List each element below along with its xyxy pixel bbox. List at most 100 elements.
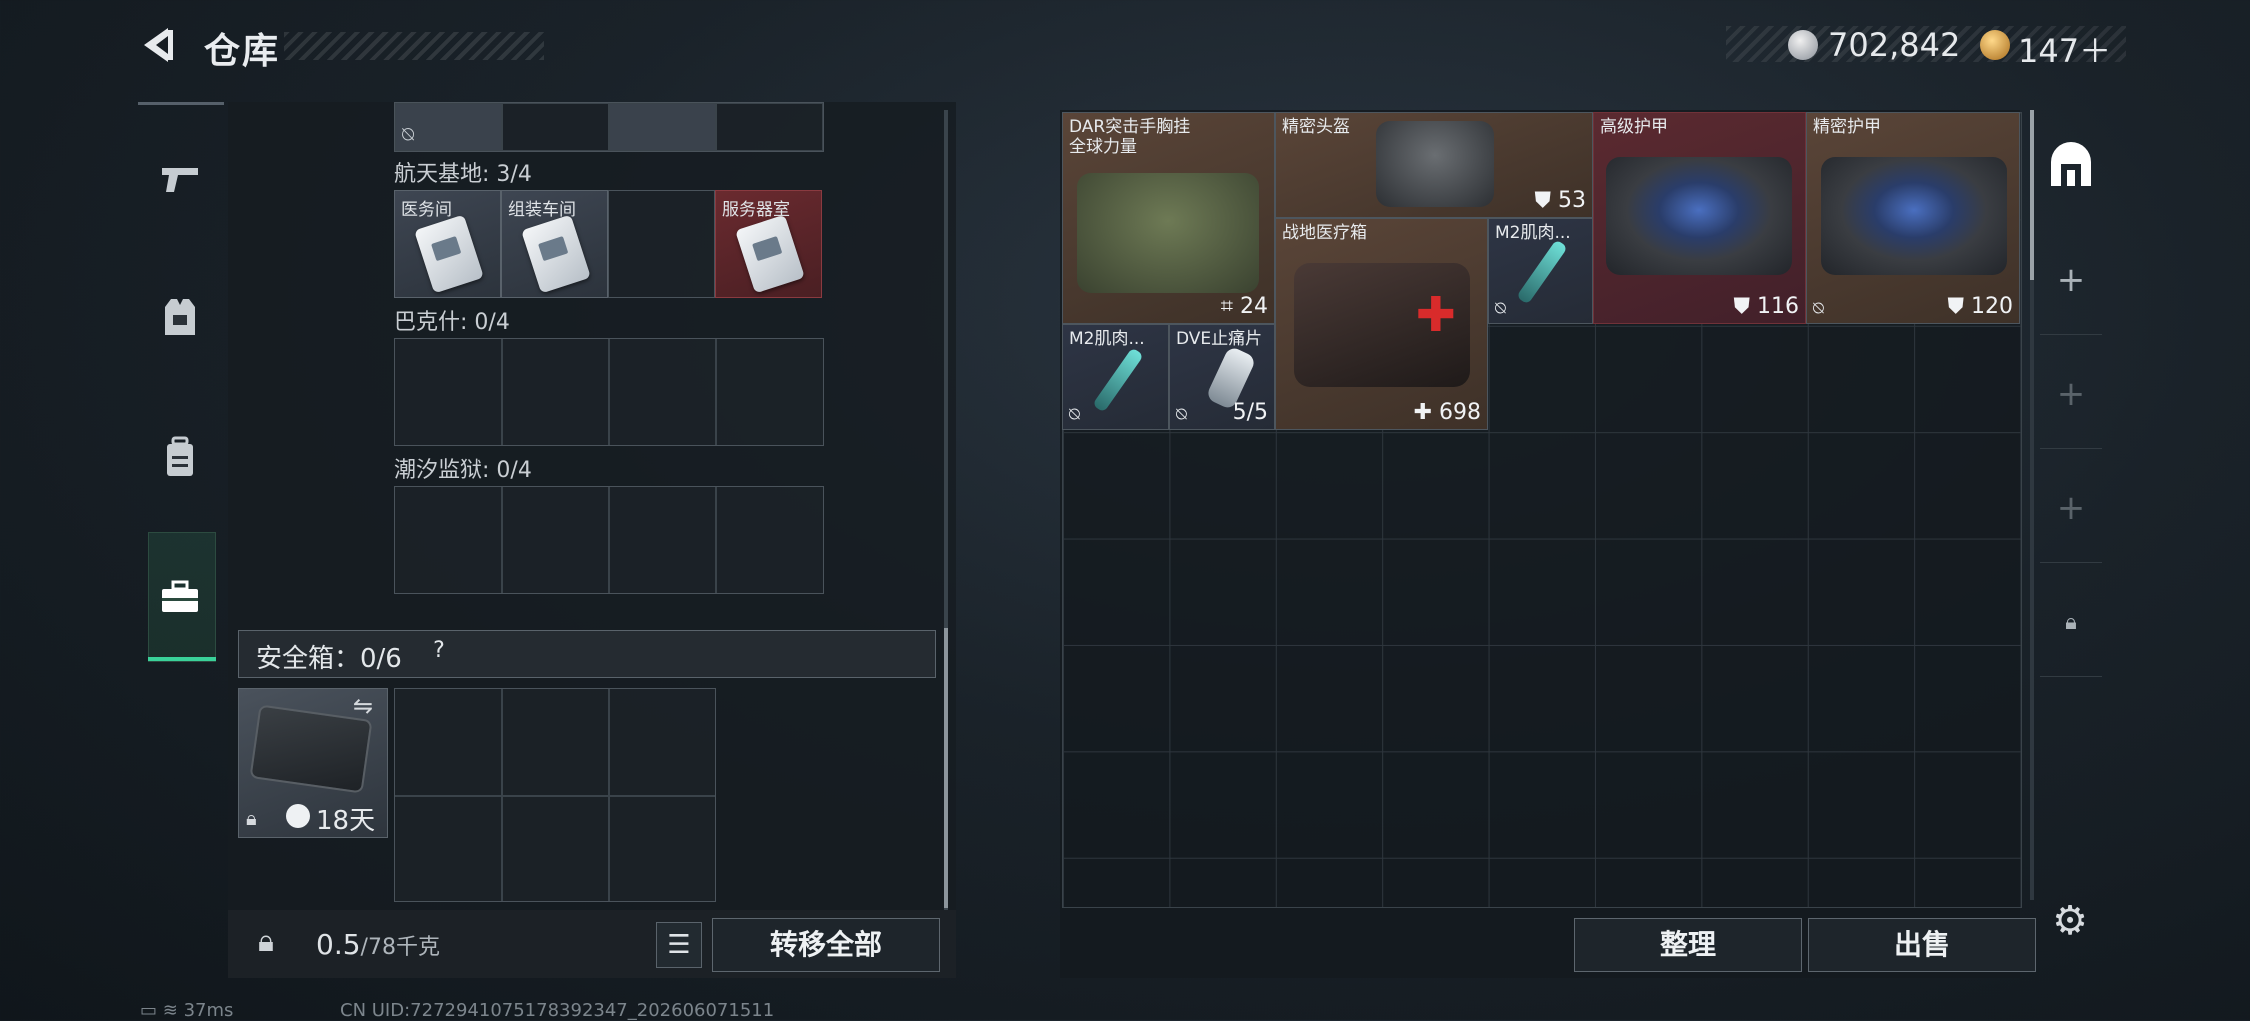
- lock-icon: 🔒︎: [246, 806, 257, 830]
- tab-backpack[interactable]: [140, 392, 220, 522]
- stash-page-add[interactable]: +: [2040, 454, 2102, 563]
- back-arrow-icon[interactable]: [138, 24, 180, 66]
- keycard-image: [521, 214, 591, 294]
- tab-toolbox[interactable]: [140, 532, 220, 662]
- battery-icon: ▭: [140, 1000, 158, 1021]
- no-sell-icon: ⍉: [1176, 404, 1187, 425]
- clock-icon: [286, 804, 310, 828]
- keycard-label: 医务间: [401, 200, 452, 220]
- key-grid-space-base: 医务间 组装车间 服务器室: [394, 190, 824, 298]
- item-uses: 5/5: [1232, 400, 1268, 425]
- item-name: 战地医疗箱: [1282, 223, 1367, 243]
- item-field-medkit[interactable]: 战地医疗箱 ✚ 698: [1275, 218, 1488, 430]
- keycard-medical[interactable]: 医务间: [394, 190, 501, 298]
- toolbox-icon: [162, 580, 198, 612]
- page-title: 仓库: [204, 31, 281, 72]
- coin-balance: 702,842: [1828, 26, 1961, 64]
- item-name: DVE止痛片: [1176, 329, 1263, 349]
- syringe-image: [1092, 347, 1144, 413]
- lock-button[interactable]: 🔒︎: [246, 924, 286, 964]
- section-label-space-base: 航天基地: 3/4: [394, 162, 532, 187]
- lock-icon: 🔒︎: [2065, 609, 2077, 635]
- medkit-image: [1294, 263, 1470, 387]
- plus-icon: +: [2056, 374, 2086, 414]
- safe-box-grid[interactable]: [394, 688, 716, 902]
- weight-max: /78千克: [360, 935, 440, 960]
- keycard-assembly[interactable]: 组装车间: [501, 190, 608, 298]
- item-name: DAR突击手胸挂 全球力量: [1069, 117, 1191, 157]
- item-precision-helmet[interactable]: 精密头盔 ⛊ 53: [1275, 112, 1593, 218]
- keycard-server[interactable]: 服务器室: [715, 190, 822, 298]
- item-name: M2肌肉...: [1495, 223, 1571, 243]
- plus-icon: ✚: [1413, 400, 1432, 425]
- tab-gear[interactable]: [140, 252, 220, 382]
- item-chest-rig[interactable]: DAR突击手胸挂 全球力量 ⌗ 24: [1062, 112, 1275, 324]
- section-label-bakshi: 巴克什: 0/4: [394, 310, 510, 335]
- stash-page-1[interactable]: [2040, 112, 2102, 220]
- plus-icon: +: [2056, 488, 2086, 528]
- transfer-all-button[interactable]: 转移全部: [712, 918, 940, 972]
- armor-image: [1606, 157, 1792, 275]
- stash-page-locked[interactable]: 🔒︎: [2040, 568, 2102, 677]
- user-uid: CN UID:7272941075178392347_202606071511: [340, 1000, 775, 1021]
- armor-icon: ⛊: [1733, 294, 1750, 319]
- swap-icon[interactable]: ⇋: [348, 692, 378, 722]
- item-m2-muscle-stim[interactable]: M2肌肉... ⍉: [1062, 324, 1169, 430]
- no-sell-icon: ⍉: [402, 122, 414, 146]
- item-m2-muscle-stim[interactable]: M2肌肉... ⍉: [1488, 218, 1593, 324]
- item-advanced-armor[interactable]: 高级护甲 ⛊ 116: [1593, 112, 1806, 324]
- item-durability: ⛊ 53: [1534, 188, 1586, 213]
- active-tab-indicator: [148, 657, 216, 661]
- weight-value: 0.5: [316, 928, 361, 961]
- item-name: M2肌肉...: [1069, 329, 1145, 349]
- token-icon: [1980, 30, 2010, 60]
- title-decoration: [284, 32, 544, 60]
- item-durability: ⛊ 120: [1947, 294, 2013, 319]
- plus-icon: +: [2056, 260, 2086, 300]
- ping: 37ms: [183, 1000, 234, 1021]
- help-button[interactable]: ?: [424, 638, 454, 668]
- item-precision-armor[interactable]: 精密护甲 ⍉ ⛊ 120: [1806, 112, 2020, 324]
- weight-display: 0.5/78千克: [316, 928, 440, 961]
- helmet-image: [1376, 121, 1494, 207]
- token-balance[interactable]: 147＋: [2018, 26, 2111, 72]
- no-sell-icon: ⍉: [1069, 404, 1080, 425]
- armor-image: [1821, 157, 2007, 275]
- armor-icon: ⛊: [1947, 294, 1964, 319]
- status-bar: ▭ ≋ 37ms: [140, 1000, 233, 1021]
- chest-rig-image: [1077, 173, 1259, 293]
- empty-slot[interactable]: [608, 190, 715, 298]
- stash-page-add[interactable]: +: [2040, 340, 2102, 449]
- safe-box-label: 安全箱：0/6: [256, 644, 402, 674]
- key-grid-bakshi[interactable]: [394, 338, 824, 446]
- item-name: 精密护甲: [1813, 117, 1881, 137]
- item-name: 高级护甲: [1600, 117, 1668, 137]
- sort-button[interactable]: 整理: [1574, 918, 1802, 972]
- key-grid-tidal-prison[interactable]: [394, 486, 824, 594]
- no-sell-icon: ⍉: [1495, 298, 1506, 319]
- list-icon: ☰: [667, 930, 691, 960]
- gear-icon[interactable]: ⚙: [2048, 898, 2092, 944]
- stash-icon: [2051, 142, 2091, 186]
- item-dve-painkiller[interactable]: DVE止痛片 ⍉ 5/5: [1169, 324, 1275, 430]
- keycard-image: [414, 214, 484, 294]
- tab-weapons[interactable]: [140, 114, 220, 244]
- item-hp: ✚ 698: [1413, 400, 1481, 425]
- syringe-image: [1516, 239, 1568, 305]
- stash-page-add[interactable]: +: [2040, 226, 2102, 335]
- list-view-button[interactable]: ☰: [656, 922, 702, 968]
- armor-icon: ⛊: [1534, 188, 1551, 213]
- key-grid-partial: [394, 102, 824, 152]
- no-sell-icon: ⍉: [1813, 298, 1824, 319]
- item-capacity: ⌗ 24: [1220, 294, 1268, 319]
- keycard-image: [735, 214, 805, 294]
- item-name: 精密头盔: [1282, 117, 1350, 137]
- coin-icon: [1788, 30, 1818, 60]
- stash-scrollbar-thumb[interactable]: [2030, 110, 2034, 280]
- sell-button[interactable]: 出售: [1808, 918, 2036, 972]
- item-durability: ⛊ 116: [1733, 294, 1799, 319]
- section-label-tidal-prison: 潮汐监狱: 0/4: [394, 458, 532, 483]
- backpack-icon: [167, 436, 193, 476]
- vest-icon: [165, 299, 195, 335]
- scrollbar-thumb[interactable]: [944, 628, 948, 908]
